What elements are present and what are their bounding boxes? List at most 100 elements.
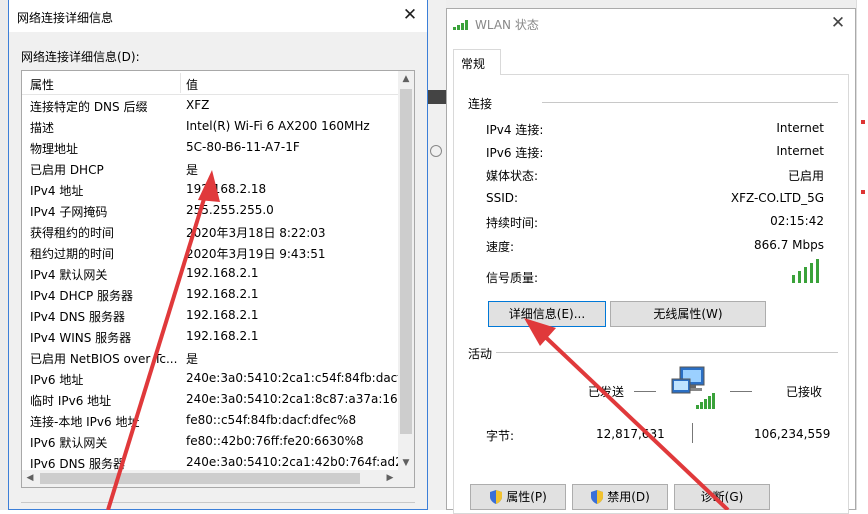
bytes-sent-value: 12,817,631	[596, 427, 665, 441]
details-caption: 网络连接详细信息(D):	[21, 50, 140, 64]
signal-bar	[810, 263, 813, 283]
list-item[interactable]: IPv4 子网掩码 255.255.255.0	[22, 200, 400, 221]
wlan-status-dialog: WLAN 状态 ✕ 常规 连接 IPv4 连接: Internet IPv6 连接:…	[446, 8, 856, 514]
bytes-divider	[692, 423, 693, 443]
vertical-scrollbar[interactable]: ▲ ▼	[398, 71, 414, 471]
value-cell: 192.168.2.18	[186, 182, 267, 196]
list-item[interactable]: IPv4 DNS 服务器 192.168.2.1	[22, 305, 400, 326]
uac-shield-icon	[591, 490, 604, 504]
value-cell: 2020年3月19日 9:43:51	[186, 247, 326, 261]
list-item[interactable]: 连接-本地 IPv6 地址 fe80::c54f:84fb:dacf:dfec%8	[22, 410, 400, 431]
background-window-right-edge	[856, 0, 868, 510]
background-window-edge	[430, 0, 860, 8]
details-button[interactable]: 详细信息(E)...	[488, 301, 606, 327]
list-item[interactable]: IPv4 WINS 服务器 192.168.2.1	[22, 326, 400, 347]
wireless-properties-button[interactable]: 无线属性(W)	[610, 301, 766, 327]
title-bar[interactable]: 网络连接详细信息 ✕	[9, 0, 427, 32]
horizontal-scrollbar[interactable]: ◀ ▶	[22, 470, 414, 487]
list-item[interactable]: IPv4 DHCP 服务器 192.168.2.1	[22, 284, 400, 305]
scroll-left-icon[interactable]: ◀	[22, 470, 38, 487]
network-computers-icon	[671, 366, 715, 409]
close-button[interactable]: ✕	[399, 4, 421, 26]
field-label: 媒体状态:	[486, 169, 539, 183]
value-cell: 是	[186, 352, 199, 366]
value-cell: Intel(R) Wi-Fi 6 AX200 160MHz	[186, 119, 370, 133]
details-list[interactable]: 属性 值 连接特定的 DNS 后缀 XFZ 描述 Intel(R) Wi-Fi 6 A…	[21, 70, 415, 488]
value-cell: 240e:3a0:5410:2ca1:8c87:a37a:16ac:c	[186, 392, 400, 406]
property-cell: 租约过期的时间	[30, 247, 115, 261]
properties-button-label: 属性(P)	[506, 490, 547, 504]
property-cell: 临时 IPv6 地址	[30, 394, 112, 408]
close-button[interactable]: ✕	[827, 11, 849, 35]
search-icon	[430, 145, 442, 157]
signal-quality-label: 信号质量:	[486, 271, 539, 285]
property-cell: IPv6 地址	[30, 373, 84, 387]
scroll-down-icon[interactable]: ▼	[398, 455, 414, 471]
field-value: Internet	[776, 144, 824, 158]
list-item[interactable]: 已启用 DHCP 是	[22, 158, 400, 179]
list-item[interactable]: IPv4 地址 192.168.2.18	[22, 179, 400, 200]
field-label: SSID:	[486, 191, 519, 205]
list-item[interactable]: 获得租约的时间 2020年3月18日 8:22:03	[22, 221, 400, 242]
received-label: 已接收	[786, 385, 823, 399]
field-value: 已启用	[787, 169, 824, 183]
general-tab-panel: 连接 IPv4 连接: Internet IPv6 连接: Internet 媒体状态:…	[453, 74, 849, 514]
signal-bar	[804, 267, 807, 283]
value-cell: fe80::c54f:84fb:dacf:dfec%8	[186, 413, 357, 427]
field-label: IPv6 连接:	[486, 146, 544, 160]
list-item[interactable]: 临时 IPv6 地址 240e:3a0:5410:2ca1:8c87:a37a:1…	[22, 389, 400, 410]
bytes-received-value: 106,234,559	[754, 427, 831, 441]
received-line	[730, 391, 752, 392]
sent-label: 已发送	[588, 385, 625, 399]
value-cell: 240e:3a0:5410:2ca1:c54f:84fb:dacf:df	[186, 371, 400, 385]
background-window-fragment	[428, 0, 446, 510]
column-divider[interactable]	[180, 73, 181, 93]
value-cell: 5C-80-B6-11-A7-1F	[186, 140, 300, 154]
background-mark	[861, 190, 865, 194]
list-item[interactable]: 连接特定的 DNS 后缀 XFZ	[22, 95, 400, 116]
signal-quality-icon	[792, 257, 826, 283]
wifi-signal-icon	[453, 20, 468, 30]
properties-button[interactable]: 属性(P)	[470, 484, 566, 510]
network-connection-details-dialog: 网络连接详细信息 ✕ 网络连接详细信息(D): 属性 值 连接特定的 DNS 后…	[8, 0, 428, 510]
property-cell: IPv4 DHCP 服务器	[30, 289, 134, 303]
value-cell: 192.168.2.1	[186, 308, 259, 322]
value-cell: 255.255.255.0	[186, 203, 274, 217]
diagnose-button[interactable]: 诊断(G)	[674, 484, 770, 510]
scroll-right-icon[interactable]: ▶	[382, 470, 398, 487]
list-item[interactable]: 描述 Intel(R) Wi-Fi 6 AX200 160MHz	[22, 116, 400, 137]
background-bar	[428, 90, 446, 104]
property-cell: 连接-本地 IPv6 地址	[30, 415, 140, 429]
dialog-title: 网络连接详细信息	[17, 11, 114, 25]
list-item[interactable]: IPv6 地址 240e:3a0:5410:2ca1:c54f:84fb:dacf…	[22, 368, 400, 389]
disable-button-label: 禁用(D)	[607, 490, 650, 504]
column-header-property[interactable]: 属性	[30, 76, 54, 93]
property-cell: IPv4 地址	[30, 184, 84, 198]
value-cell: 192.168.2.1	[186, 266, 259, 280]
list-item[interactable]: IPv6 默认网关 fe80::42b0:76ff:fe20:6630%8	[22, 431, 400, 452]
column-header-value[interactable]: 值	[186, 76, 198, 93]
tab-general[interactable]: 常规	[453, 49, 501, 75]
list-item[interactable]: 已启用 NetBIOS over Tc... 是	[22, 347, 400, 368]
property-cell: 物理地址	[30, 142, 79, 156]
uac-shield-icon	[490, 490, 503, 504]
vertical-scroll-thumb[interactable]	[400, 89, 412, 434]
value-cell: 192.168.2.1	[186, 329, 259, 343]
property-cell: IPv4 DNS 服务器	[30, 310, 125, 324]
title-bar[interactable]: WLAN 状态 ✕	[447, 9, 855, 39]
scroll-up-icon[interactable]: ▲	[398, 71, 414, 87]
property-cell: 连接特定的 DNS 后缀	[30, 100, 148, 114]
value-cell: 是	[186, 163, 199, 177]
field-value: 866.7 Mbps	[753, 238, 824, 252]
list-item[interactable]: IPv4 默认网关 192.168.2.1	[22, 263, 400, 284]
list-item[interactable]: 物理地址 5C-80-B6-11-A7-1F	[22, 137, 400, 158]
horizontal-scroll-thumb[interactable]	[40, 473, 360, 484]
value-cell: 240e:3a0:5410:2ca1:42b0:764f:ad20:6	[186, 455, 400, 469]
property-cell: 已启用 NetBIOS over Tc...	[30, 352, 178, 366]
divider	[21, 502, 415, 503]
signal-bar	[816, 259, 819, 283]
list-item[interactable]: 租约过期的时间 2020年3月19日 9:43:51	[22, 242, 400, 263]
background-left-strip	[0, 0, 8, 510]
field-label: IPv4 连接:	[486, 123, 544, 137]
disable-button[interactable]: 禁用(D)	[572, 484, 668, 510]
